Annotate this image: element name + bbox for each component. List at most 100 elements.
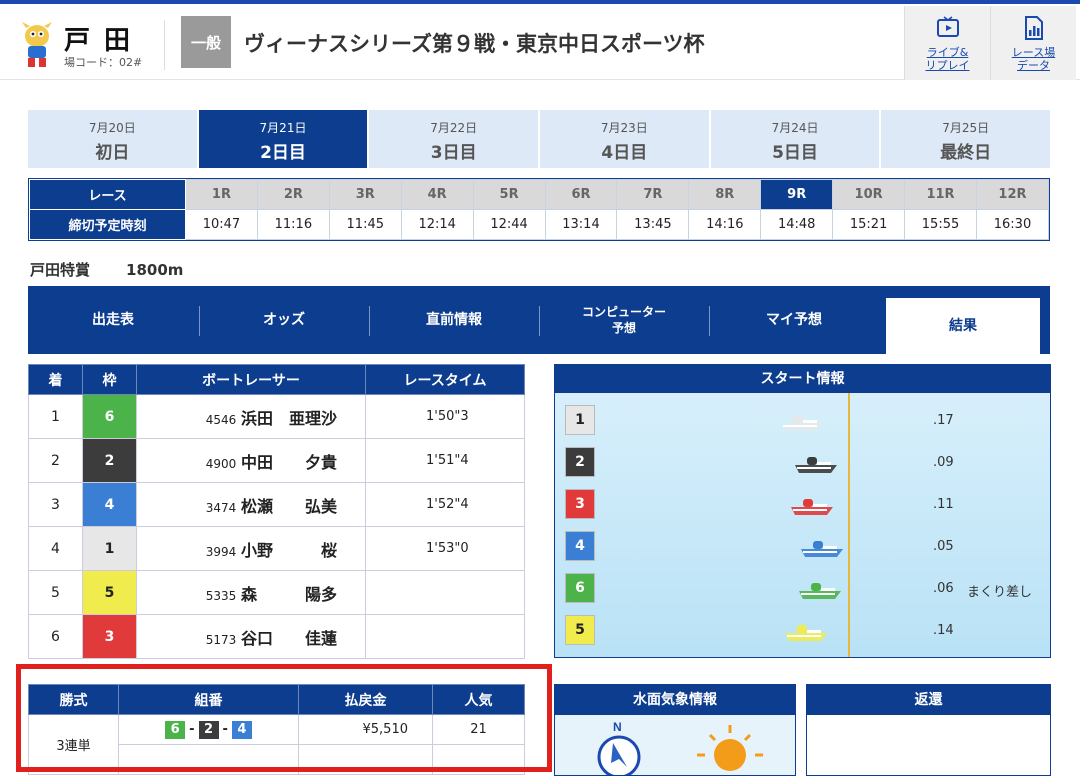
col-header-time: レースタイム [365,364,525,395]
start-timing: .17 [933,413,954,428]
race-time: 1'50"3 [365,394,525,439]
content-tabs: 出走表 オッズ 直前情報 コンピューター 予想 マイ予想 結果 [28,286,1050,354]
live-replay-label-2: リプレイ [925,59,970,72]
start-timing: .11 [933,497,954,512]
racer-number: 3994 [205,544,237,559]
race-time: 1'51"4 [365,438,525,483]
tab-computer-prediction[interactable]: コンピューター 予想 [539,298,709,342]
deadline-row-label: 締切予定時刻 [29,209,186,240]
day-tab-5[interactable]: 7月24日 5日目 [710,110,880,168]
racer-name[interactable]: 浜田 亜理沙 [241,409,337,428]
page-header: 戸田 場コード：02# 一般 ヴィーナスシリーズ第９戦・東京中日スポーツ杯 ライ… [0,4,1080,80]
race-number-10[interactable]: 10R [832,179,906,210]
day-tab-6[interactable]: 7月25日 最終日 [881,110,1051,168]
tab-label: オッズ [263,312,305,328]
weather-panel: 水面気象情報 N [554,684,796,776]
day-date: 7月22日 [430,121,478,135]
race-deadline-3: 11:45 [328,209,402,240]
compass-north-label: N [613,720,622,734]
race-number-1[interactable]: 1R [185,179,258,210]
day-tabs: 7月20日 初日 7月21日 2日目 7月22日 3日目 7月23日 4日目 7月24日… [28,110,1051,168]
tab-label: マイ予想 [766,312,822,328]
race-number-7[interactable]: 7R [616,179,690,210]
tab-results[interactable]: 結果 [886,298,1040,354]
course-data-button[interactable]: レース場 データ [990,6,1076,80]
racer-cell: 3994 小野 桜 [136,526,366,571]
day-tab-2[interactable]: 7月21日 2日目 [198,110,368,168]
result-row: 3 4 3474 松瀬 弘美 1'52"4 [28,482,525,527]
race-number-2[interactable]: 2R [256,179,330,210]
day-tab-3[interactable]: 7月22日 3日目 [369,110,539,168]
race-deadline-8: 14:16 [688,209,762,240]
boat-icon [785,625,827,641]
highlight-box [16,664,552,772]
race-number-4[interactable]: 4R [400,179,474,210]
boat-icon [801,541,843,557]
tab-sublabel: 予想 [611,321,636,335]
result-row: 2 2 4900 中田 夕貴 1'51"4 [28,438,525,483]
header-divider [164,20,165,70]
col-header-waku: 枠 [82,364,137,395]
start-row: 6 .06 まくり差し [565,573,1045,603]
race-number-11[interactable]: 11R [904,179,977,210]
result-row: 5 5 5335 森 陽多 [28,570,525,615]
racer-name[interactable]: 小野 桜 [241,541,337,560]
race-number-6[interactable]: 6R [544,179,618,210]
racer-name[interactable]: 松瀬 弘美 [241,497,337,516]
live-replay-button[interactable]: ライブ& リプレイ [904,6,990,80]
tab-odds[interactable]: オッズ [199,298,369,342]
live-replay-label-1: ライブ& [926,46,969,59]
race-info: 戸田特賞 1800m [30,259,183,280]
tab-entry-list[interactable]: 出走表 [28,298,198,342]
day-label: 4日目 [601,143,648,163]
race-number-8[interactable]: 8R [688,179,762,210]
venue-name: 戸田 [64,26,145,56]
race-number-9[interactable]: 9R [760,179,834,210]
tab-label: 出走表 [92,312,134,328]
day-tab-4[interactable]: 7月23日 4日目 [540,110,709,168]
day-date: 7月23日 [600,121,648,135]
venue-code: 場コード：02# [64,56,143,69]
winning-technique: まくり差し [967,585,1033,600]
race-name: 戸田特賞 [30,261,91,279]
race-deadline-1: 10:47 [185,209,258,240]
tab-label: コンピューター [581,305,666,319]
boat-icon [781,415,823,431]
race-time: 1'52"4 [365,482,525,527]
racer-name[interactable]: 谷口 佳蓮 [241,629,337,648]
waku-number: 6 [82,394,137,439]
day-tab-1[interactable]: 7月20日 初日 [28,110,197,168]
play-video-icon [937,16,959,37]
course-number: 3 [565,489,595,519]
tab-my-prediction[interactable]: マイ予想 [709,298,879,342]
race-number-12[interactable]: 12R [975,179,1050,210]
tab-label: 結果 [949,318,977,334]
result-row: 6 3 5173 谷口 佳蓮 [28,614,525,659]
tab-label: 直前情報 [426,312,482,328]
col-header-position: 着 [28,364,83,395]
race-number-5[interactable]: 5R [472,179,546,210]
course-number: 1 [565,405,595,435]
start-row: 1.17 [565,405,1045,435]
result-row: 4 1 3994 小野 桜 1'53"0 [28,526,525,571]
sunny-weather-icon [697,725,763,771]
course-data-label-2: データ [1017,59,1050,72]
finish-position: 6 [28,614,83,659]
race-series-title: ヴィーナスシリーズ第９戦・東京中日スポーツ杯 [244,32,705,56]
race-number-3[interactable]: 3R [328,179,402,210]
refund-panel: 返還 [806,684,1051,776]
race-time [365,570,525,615]
racer-name[interactable]: 森 陽多 [241,585,337,604]
chart-data-icon [1025,16,1043,40]
course-number: 5 [565,615,595,645]
tab-before-info[interactable]: 直前情報 [369,298,539,342]
day-label: 3日目 [430,143,477,163]
waku-number: 5 [82,570,137,615]
racer-number: 4546 [205,412,237,427]
weather-body: N [555,715,795,775]
racer-name[interactable]: 中田 夕貴 [241,453,337,472]
race-deadline-6: 13:14 [544,209,618,240]
finish-position: 1 [28,394,83,439]
day-label: 初日 [95,143,130,163]
start-row: 3.11 [565,489,1045,519]
